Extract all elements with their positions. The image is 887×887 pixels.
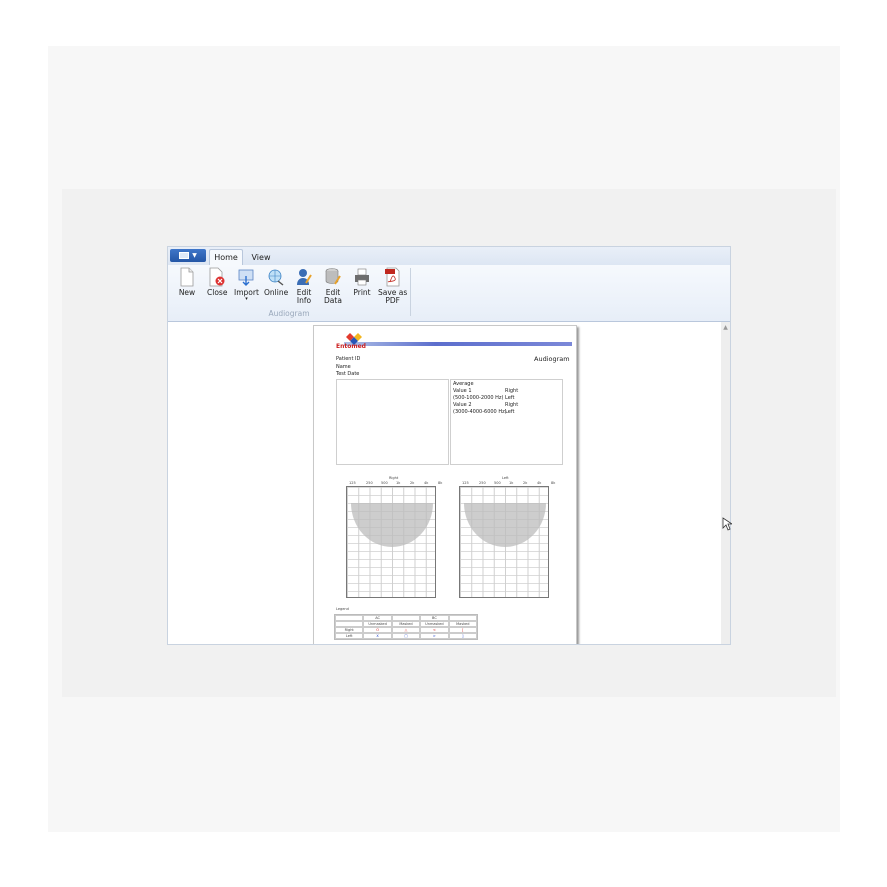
pdf-icon — [384, 267, 400, 287]
value1-right: Right — [505, 388, 519, 394]
left-freq-tick: 2k — [523, 481, 528, 485]
print-button[interactable]: Print — [353, 267, 371, 297]
printer-icon — [355, 268, 369, 286]
legend-cell: ] — [448, 633, 477, 639]
left-freq-tick: 125 — [462, 481, 469, 485]
edit-data-icon — [325, 268, 341, 285]
dropdown-arrow-icon: ▾ — [245, 296, 248, 302]
left-freq-tick: 8k — [551, 481, 556, 485]
legend-cell: X — [363, 633, 392, 639]
legend-table: AC BC Unmasked Masked Unmasked Masked Ri… — [334, 614, 478, 640]
audiogram-app-window: ▼ Home View New Close Import ▾ Online Ed… — [167, 246, 731, 645]
save-as-pdf-button[interactable]: Save as PDF — [378, 267, 407, 305]
patient-id-label: Patient ID — [336, 356, 361, 362]
left-freq-tick: 250 — [479, 481, 486, 485]
online-button[interactable]: Online — [264, 267, 288, 297]
app-menu-icon — [179, 252, 190, 259]
notes-box — [336, 379, 449, 465]
left-chart-title: Left — [502, 476, 509, 480]
ribbon-group-separator — [410, 268, 411, 316]
print-label: Print — [353, 288, 371, 297]
right-freq-tick: 125 — [349, 481, 356, 485]
close-document-icon — [209, 267, 225, 287]
ribbon-panel: New Close Import ▾ Online Edit Info Edit… — [168, 265, 730, 322]
left-freq-tick: 500 — [494, 481, 501, 485]
edit-info-label: Edit Info — [296, 288, 312, 305]
report-page: Entomed Patient ID Name Test Date Audiog… — [313, 325, 577, 644]
import-button[interactable]: Import ▾ — [234, 267, 259, 302]
chevron-down-icon: ▼ — [192, 251, 197, 259]
value1-label: Value 1 — [453, 388, 472, 394]
left-freq-tick: 1k — [509, 481, 514, 485]
application-menu-button[interactable]: ▼ — [170, 249, 206, 262]
ribbon-group-label: Audiogram — [268, 309, 310, 318]
right-freq-tick: 1k — [396, 481, 401, 485]
import-icon — [239, 269, 254, 286]
value2-right: Right — [505, 402, 519, 408]
test-date-label: Test Date — [336, 371, 360, 377]
ribbon-tab-bar: ▼ Home View — [168, 247, 730, 265]
logo-text: Entomed — [336, 343, 366, 350]
scroll-up-arrow-icon[interactable]: ▲ — [722, 325, 729, 331]
legend-label: Legend — [336, 607, 349, 611]
value2-label: Value 2 — [453, 402, 472, 408]
right-freq-tick: 250 — [366, 481, 373, 485]
vertical-scrollbar[interactable]: ▲ — [721, 322, 730, 644]
left-ear-audiogram — [459, 486, 549, 598]
tab-view[interactable]: View — [246, 249, 276, 265]
right-freq-tick: 4k — [424, 481, 429, 485]
edit-info-button[interactable]: Edit Info — [295, 267, 313, 305]
close-button[interactable]: Close — [207, 267, 227, 297]
value1-range: (500-1000-2000 Hz) — [453, 395, 504, 401]
right-ear-audiogram — [346, 486, 436, 598]
new-button[interactable]: New — [178, 267, 196, 297]
edit-info-icon — [297, 269, 312, 285]
close-label: Close — [207, 288, 228, 297]
value1-left: Left — [505, 395, 515, 401]
right-freq-tick: 8k — [438, 481, 443, 485]
value2-range: (3000-4000-6000 Hz) — [453, 409, 507, 415]
online-icon — [268, 269, 284, 286]
legend-cell: □ — [391, 633, 421, 639]
tab-home[interactable]: Home — [209, 249, 243, 265]
legend-cell: Left — [335, 633, 364, 639]
average-box: Average Value 1 Right (500-1000-2000 Hz)… — [450, 379, 563, 465]
new-document-icon — [180, 267, 194, 287]
left-freq-tick: 4k — [537, 481, 542, 485]
value2-left: Left — [505, 409, 515, 415]
right-chart-title: Right — [389, 476, 399, 480]
name-label: Name — [336, 364, 351, 370]
right-freq-tick: 500 — [381, 481, 388, 485]
average-heading: Average — [453, 381, 474, 387]
speech-banana — [464, 503, 546, 547]
edit-data-button[interactable]: Edit Data — [324, 267, 342, 305]
report-header-bar — [344, 342, 572, 346]
mouse-cursor-icon — [722, 517, 732, 531]
new-label: New — [178, 288, 196, 297]
report-title: Audiogram — [534, 355, 570, 363]
edit-data-label: Edit Data — [324, 288, 342, 305]
save-as-pdf-label: Save as PDF — [378, 288, 408, 305]
speech-banana — [351, 503, 433, 547]
legend-cell: > — [420, 633, 449, 639]
right-freq-tick: 2k — [410, 481, 415, 485]
online-label: Online — [264, 288, 289, 297]
